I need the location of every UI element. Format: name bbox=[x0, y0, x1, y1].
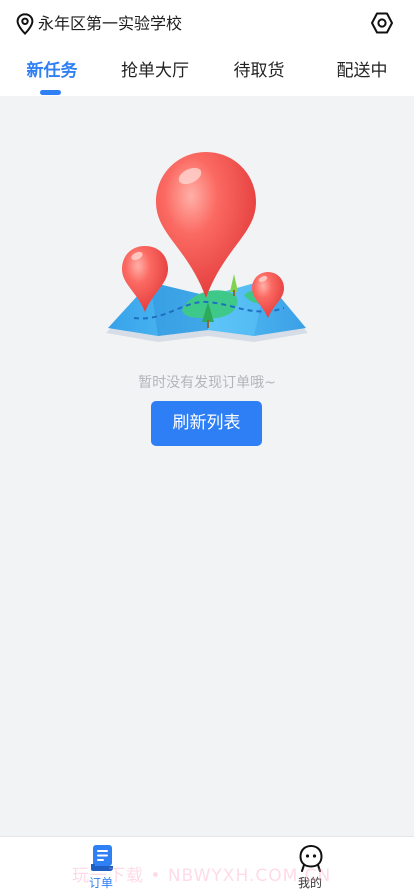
active-tab-indicator bbox=[40, 90, 61, 95]
empty-map-illustration bbox=[106, 152, 308, 342]
school-location-label: 永年区第一实验学校 bbox=[38, 14, 183, 33]
tab-grab-order-hall[interactable]: 抢单大厅 bbox=[103, 50, 207, 96]
refresh-list-button[interactable]: 刷新列表 bbox=[151, 401, 262, 446]
tab-delivering[interactable]: 配送中 bbox=[310, 50, 414, 96]
location-bar[interactable]: 永年区第一实验学校 bbox=[0, 0, 414, 48]
app-header: 永年区第一实验学校 新任务 抢单大厅 待取货 配送中 bbox=[0, 0, 414, 96]
nav-label-orders: 订单 bbox=[88, 876, 113, 890]
bottom-navigation: 订单 我的 bbox=[0, 836, 414, 896]
location-pin-icon bbox=[16, 13, 34, 35]
tab-pending-pickup[interactable]: 待取货 bbox=[207, 50, 311, 96]
order-tabs: 新任务 抢单大厅 待取货 配送中 bbox=[0, 50, 414, 96]
nav-label-mine: 我的 bbox=[297, 876, 322, 890]
profile-face-icon bbox=[299, 844, 323, 872]
nav-item-mine[interactable]: 我的 bbox=[260, 837, 360, 896]
order-document-icon bbox=[91, 845, 113, 871]
settings-icon[interactable] bbox=[370, 11, 394, 35]
nav-item-orders[interactable]: 订单 bbox=[51, 837, 151, 896]
empty-orders-message: 暂时没有发现订单哦~ bbox=[138, 375, 276, 391]
